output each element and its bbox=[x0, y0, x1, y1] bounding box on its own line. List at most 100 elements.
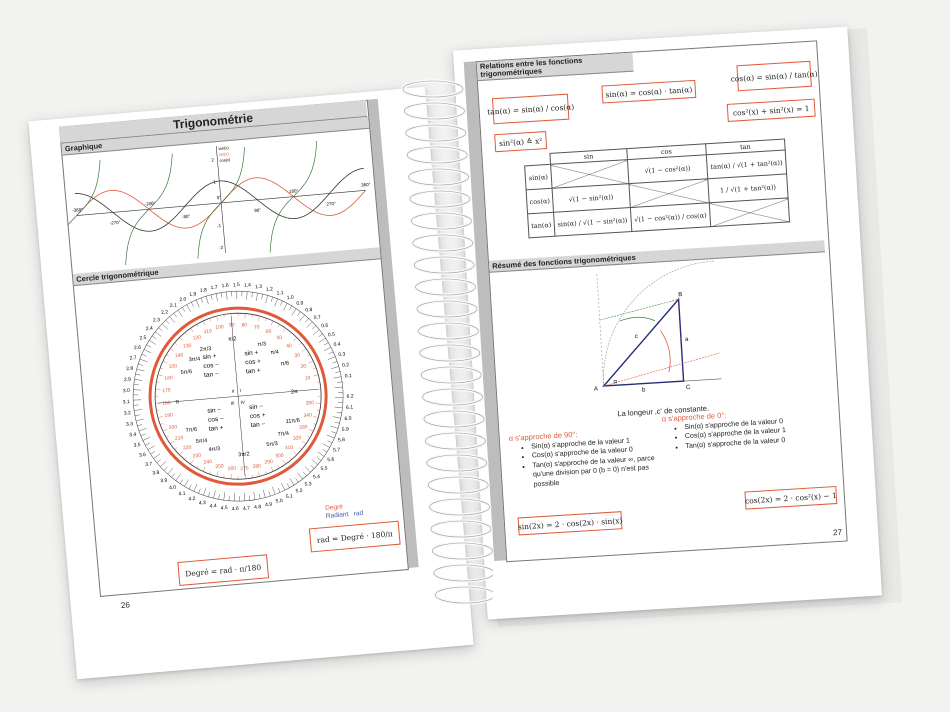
special-angle: 7π/4 bbox=[277, 431, 289, 438]
radian-label: 0.4 bbox=[333, 341, 341, 348]
radian-tick bbox=[277, 487, 281, 493]
radian-label: 4.2 bbox=[188, 496, 196, 503]
degree-label: 300 bbox=[275, 453, 284, 460]
degree-tick bbox=[196, 324, 199, 327]
radian-tick bbox=[175, 474, 181, 481]
special-angle: 5π/6 bbox=[180, 369, 192, 376]
radian-tick bbox=[274, 298, 278, 307]
radian-tick bbox=[173, 313, 177, 318]
radian-tick bbox=[312, 325, 317, 330]
degree-label: 140 bbox=[175, 353, 184, 360]
spiral-coil-outline bbox=[423, 410, 485, 428]
radian-tick bbox=[291, 308, 297, 316]
radian-tick bbox=[306, 321, 313, 328]
radian-label: 2.0 bbox=[179, 296, 187, 303]
degree-tick bbox=[216, 471, 219, 477]
degree-tick bbox=[155, 388, 161, 390]
quadrant-sign: sin − bbox=[249, 403, 264, 411]
radian-tick bbox=[326, 434, 335, 439]
triangle-abc bbox=[602, 297, 685, 387]
tan-branch bbox=[197, 147, 245, 259]
table-cell: sin(α) / √(1 − sin²(α)) bbox=[553, 207, 632, 237]
radian-label: 0.2 bbox=[342, 362, 350, 369]
spiral-coil-outline bbox=[429, 498, 490, 516]
radian-tick bbox=[169, 316, 175, 323]
degree-tick bbox=[251, 314, 253, 318]
radian-tick bbox=[228, 495, 230, 501]
tan-curves bbox=[61, 140, 318, 272]
vertical-guide bbox=[596, 274, 604, 387]
degree-tick bbox=[313, 416, 319, 418]
radian-label: 4.7 bbox=[243, 506, 251, 513]
cos-label: cos(x) bbox=[219, 157, 231, 163]
radian-tick bbox=[334, 386, 343, 388]
radian-tick bbox=[143, 349, 152, 354]
radian-tick bbox=[263, 489, 266, 498]
degree-tick bbox=[179, 337, 184, 342]
radian-tick bbox=[322, 449, 328, 453]
formula-tan-def: tan(α) = sin(α) / cos(α) bbox=[487, 93, 574, 125]
table-cell: sin(α) bbox=[524, 164, 552, 190]
degree-tick bbox=[318, 395, 322, 397]
radian-tick bbox=[153, 453, 161, 459]
degree-label: 310 bbox=[285, 445, 294, 452]
radian-label: 3.5 bbox=[133, 442, 141, 449]
radian-tick bbox=[193, 484, 198, 492]
quadrant-sign: cos + bbox=[245, 358, 261, 366]
sin-label: sin(x) bbox=[219, 151, 230, 157]
degree-label: 340 bbox=[303, 412, 312, 419]
degree-tick bbox=[265, 318, 267, 322]
table-cell: √(1 − cos²(α)) / cos(α) bbox=[630, 202, 711, 232]
tan-branch bbox=[269, 140, 318, 253]
radian-tick bbox=[272, 486, 276, 495]
radian-label: 3.8 bbox=[152, 470, 160, 477]
label-alpha: α bbox=[613, 379, 617, 385]
radian-tick bbox=[336, 412, 342, 414]
radian-label: 2.3 bbox=[153, 317, 161, 324]
degree-label: 150 bbox=[169, 363, 178, 370]
radian-tick bbox=[156, 459, 161, 463]
radian-tick bbox=[251, 292, 253, 298]
degree-tick bbox=[293, 451, 297, 456]
radian-tick bbox=[171, 473, 175, 478]
degree-tick bbox=[282, 328, 286, 333]
degree-tick bbox=[174, 342, 177, 345]
radian-tick bbox=[133, 384, 139, 386]
radian-tick bbox=[305, 318, 309, 323]
spiral-coil-outline bbox=[409, 190, 471, 208]
spiral-coil-outline bbox=[415, 278, 476, 296]
radian-tick bbox=[297, 311, 301, 316]
radian-label: 2.5 bbox=[139, 335, 147, 342]
radian-tick bbox=[246, 291, 248, 300]
radian-tick bbox=[205, 296, 209, 304]
radian-tick bbox=[146, 344, 151, 348]
y-tick: 2 bbox=[211, 157, 214, 162]
radian-tick bbox=[332, 416, 341, 419]
radian-tick bbox=[149, 340, 157, 345]
x-tick: 0° bbox=[217, 195, 222, 200]
tan-branch bbox=[125, 153, 173, 266]
radian-tick bbox=[138, 363, 143, 366]
degree-tick bbox=[307, 436, 311, 438]
radian-label: 3.7 bbox=[145, 461, 153, 468]
spiral-coil-outline bbox=[418, 322, 479, 340]
degree-tick bbox=[216, 315, 219, 321]
radian-tick bbox=[161, 323, 168, 330]
degree-tick bbox=[179, 451, 184, 456]
degree-tick bbox=[184, 332, 187, 336]
special-angle: π bbox=[175, 399, 180, 405]
radian-label: 6.2 bbox=[346, 393, 354, 400]
orange-arrow bbox=[660, 330, 671, 373]
degree-label: 30 bbox=[294, 353, 300, 359]
radian-label: 1.8 bbox=[200, 287, 208, 294]
radian-tick bbox=[182, 307, 186, 312]
degree-label: 70 bbox=[254, 324, 260, 330]
radian-label: 0.1 bbox=[345, 373, 353, 380]
spiral-coil-outline bbox=[406, 146, 468, 164]
radian-tick bbox=[233, 493, 235, 502]
right-page: Relations entre les fonctions trigonomét… bbox=[452, 26, 883, 620]
radian-label: 1.5 bbox=[233, 282, 241, 289]
radian-label: 5.4 bbox=[313, 474, 321, 481]
degree-tick bbox=[308, 360, 314, 364]
special-angle: 2π/3 bbox=[200, 346, 212, 353]
